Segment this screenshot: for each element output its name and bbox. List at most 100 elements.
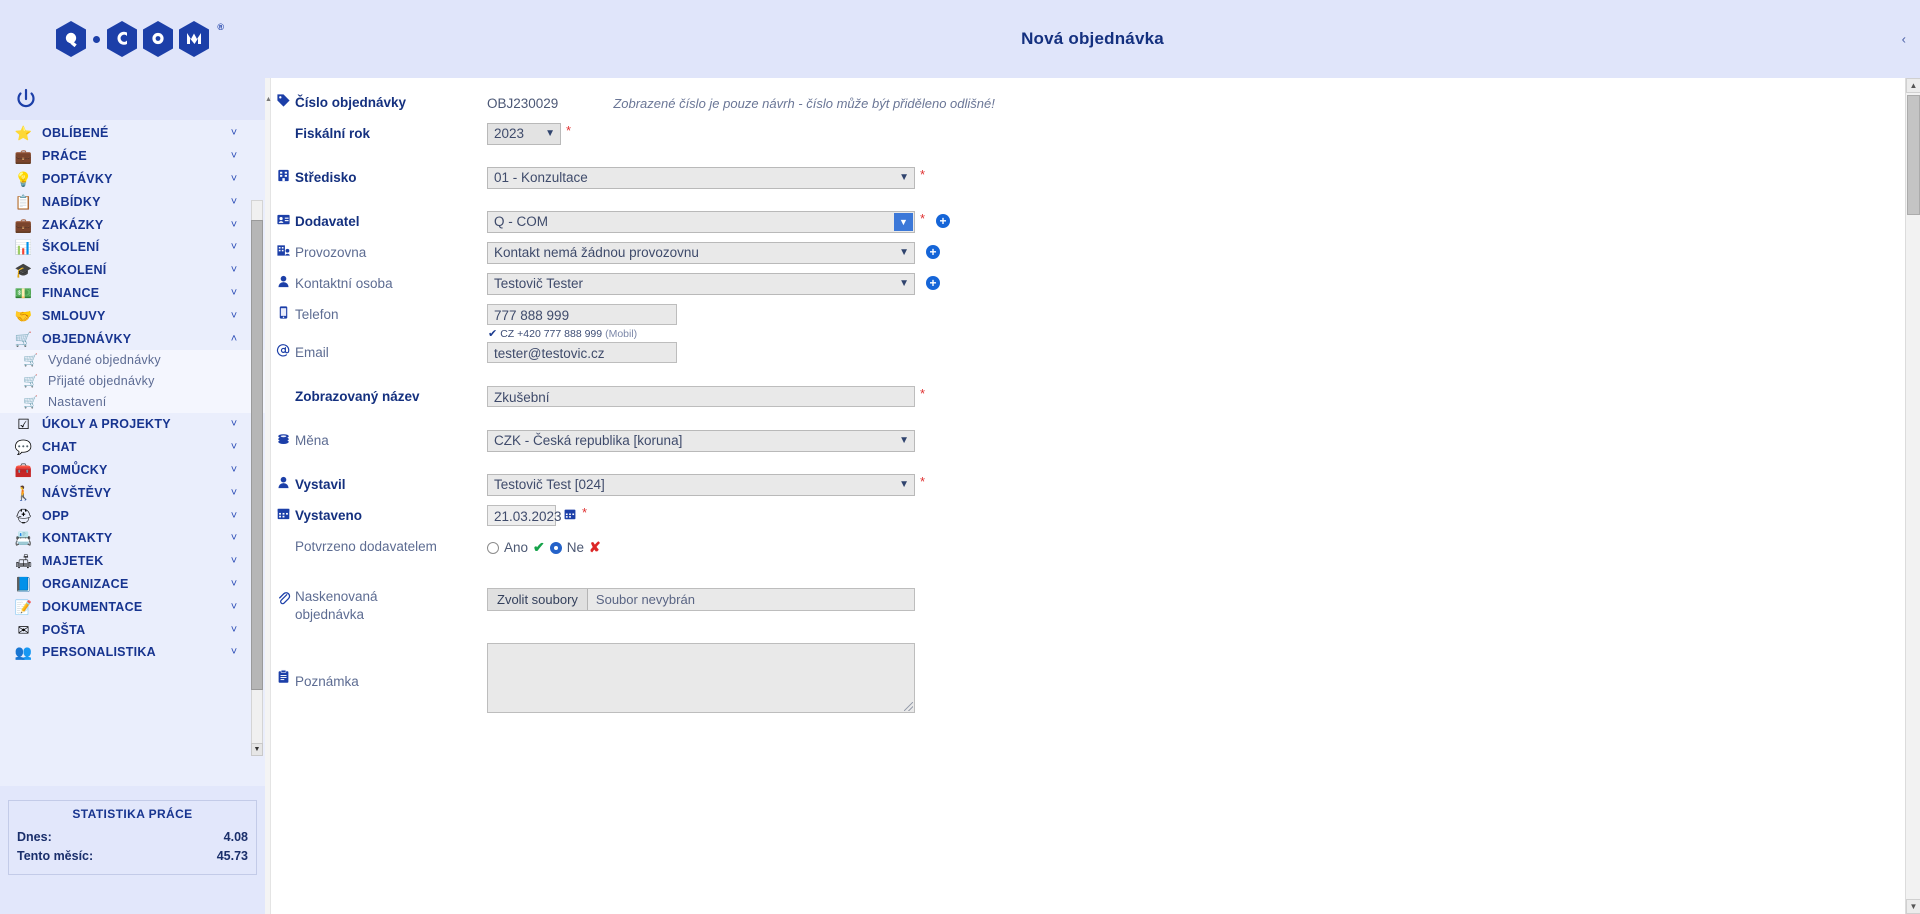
value-issued-by: Testovič Test [024] [494, 477, 605, 492]
sidebar-item-objedn-vky[interactable]: 🛒 OBJEDNÁVKY ˄ [0, 327, 265, 350]
display-name-icon-slot [265, 386, 295, 387]
value-fiscal-year: 2023 [494, 126, 525, 141]
select-contact-person[interactable]: Testovič Tester ▼ [487, 273, 915, 295]
chevron-down-icon[interactable]: ˅ [223, 624, 245, 636]
choose-files-button[interactable]: Zvolit soubory [488, 589, 588, 610]
sidebar-item-personalistika[interactable]: 👥 PERSONALISTIKA ˅ [0, 641, 265, 664]
org-chart-icon: 📘 [14, 575, 33, 592]
label-confirmed-no: Ne [566, 540, 585, 555]
chevron-down-icon[interactable]: ˅ [223, 646, 245, 658]
chevron-down-icon[interactable]: ˅ [223, 219, 245, 231]
sidebar-item-zak-zky[interactable]: 💼 ZAKÁZKY ˅ [0, 213, 265, 236]
statistics-label: Tento měsíc: [17, 849, 94, 863]
sidebar-item--kolen-[interactable]: 📊 ŠKOLENÍ ˅ [0, 236, 265, 259]
input-issued-on[interactable]: 21.03.2023 [487, 505, 562, 526]
qcom-logo[interactable]: ® [54, 20, 224, 58]
sidebar-scrollbar-thumb[interactable] [251, 220, 263, 690]
sidebar-item-po-ta[interactable]: ✉ POŠTA ˅ [0, 618, 265, 641]
sidebar-item-e-kolen-[interactable]: 🎓 eŠKOLENÍ ˅ [0, 259, 265, 282]
chevron-down-icon[interactable]: ˅ [223, 418, 245, 430]
chevron-down-icon[interactable]: ˅ [223, 487, 245, 499]
required-marker-supplier: * [920, 211, 926, 226]
logo-hex-q [56, 21, 86, 57]
select-currency[interactable]: CZK - Česká republika [koruna] ▼ [487, 430, 915, 452]
label-fiscal-year: Fiskální rok [295, 126, 371, 141]
sidebar-item-majetek[interactable]: 🛋 MAJETEK ˅ [0, 550, 265, 573]
sidebar-subitem-vydan-objedn-vky[interactable]: 🛒 Vydané objednávky [0, 350, 265, 371]
content-scrollbar[interactable]: ▲ ▼ [1905, 78, 1920, 914]
page-title: Nová objednávka [1021, 29, 1164, 48]
add-branch-button[interactable]: + [926, 245, 940, 259]
chevron-down-icon[interactable]: ˅ [223, 173, 245, 185]
sidebar-item-pom-cky[interactable]: 🧰 POMŮCKY ˅ [0, 459, 265, 482]
chevron-down-icon[interactable]: ˅ [223, 196, 245, 208]
select-center[interactable]: 01 - Konzultace ▼ [487, 167, 915, 189]
select-fiscal-year[interactable]: 2023 ▼ [487, 123, 561, 145]
sidebar-subitem-label: Přijaté objednávky [48, 374, 155, 389]
label-display-name: Zobrazovaný název [295, 389, 420, 404]
sidebar-item-label: ÚKOLY A PROJEKTY [42, 417, 171, 432]
sidebar-scroll-down[interactable]: ▼ [251, 743, 263, 756]
star-icon: ⭐ [14, 125, 33, 142]
select-supplier[interactable]: Q - COM ▼ [487, 211, 915, 233]
sidebar-item-kontakty[interactable]: 📇 KONTAKTY ˅ [0, 527, 265, 550]
sidebar-item-popt-vky[interactable]: 💡 POPTÁVKY ˅ [0, 168, 265, 191]
sidebar-item-finance[interactable]: 💵 FINANCE ˅ [0, 282, 265, 305]
chevron-up-icon[interactable]: ˄ [223, 333, 245, 345]
power-icon[interactable] [14, 87, 38, 111]
add-supplier-button[interactable]: + [936, 214, 951, 228]
file-upload-control[interactable]: Zvolit soubory Soubor nevybrán [487, 588, 915, 611]
sidebar-item-label: ORGANIZACE [42, 576, 129, 591]
titlebar-collapse-icon[interactable]: ‹ [1902, 32, 1906, 47]
sidebar-item-label: OPP [42, 508, 70, 523]
sidebar-item-label: POPTÁVKY [42, 171, 113, 186]
chevron-down-icon[interactable]: ˅ [223, 287, 245, 299]
content-scroll-up[interactable]: ▲ [1906, 78, 1920, 93]
contact-card-icon: 📇 [14, 530, 33, 547]
chevron-down-icon[interactable]: ˅ [223, 441, 245, 453]
select-issued-by[interactable]: Testovič Test [024] ▼ [487, 474, 915, 496]
sidebar-item-pr-ce[interactable]: 💼 PRÁCE ˅ [0, 145, 265, 168]
note-icon [265, 643, 295, 684]
sidebar-item--koly-a-projekty[interactable]: ☑ ÚKOLY A PROJEKTY ˅ [0, 413, 265, 436]
field-row-scanned-order: Naskenovaná objednávka Zvolit soubory So… [265, 580, 1920, 624]
chevron-down-icon[interactable]: ˅ [223, 264, 245, 276]
titlebar: Nová objednávka ‹ [265, 0, 1920, 78]
sidebar-item-nab-dky[interactable]: 📋 NABÍDKY ˅ [0, 190, 265, 213]
value-order-number: OBJ230029 [487, 96, 559, 111]
label-issued-by: Vystavil [295, 477, 346, 492]
chevron-down-icon[interactable]: ˅ [223, 601, 245, 613]
chevron-down-icon[interactable]: ˅ [223, 578, 245, 590]
sidebar-item-smlouvy[interactable]: 🤝 SMLOUVY ˅ [0, 304, 265, 327]
radio-confirmed-yes[interactable] [487, 541, 499, 554]
sidebar-item-dokumentace[interactable]: 📝 DOKUMENTACE ˅ [0, 595, 265, 618]
content-scroll-down[interactable]: ▼ [1906, 899, 1920, 914]
sidebar-subitem-nastaven-[interactable]: 🛒 Nastavení [0, 392, 265, 413]
textarea-note[interactable] [487, 643, 915, 713]
chevron-down-icon[interactable]: ˅ [223, 127, 245, 139]
chevron-down-icon[interactable]: ˅ [223, 241, 245, 253]
radio-confirmed-no[interactable] [549, 541, 562, 554]
sidebar-item-obl-ben-[interactable]: ⭐ OBLÍBENÉ ˅ [0, 122, 265, 145]
chevron-down-icon[interactable]: ˅ [223, 555, 245, 567]
add-contact-person-button[interactable]: + [926, 276, 940, 290]
resize-grip-icon[interactable] [904, 702, 913, 711]
chevron-down-icon[interactable]: ˅ [223, 510, 245, 522]
calendar-picker-icon[interactable] [563, 507, 577, 526]
phone-verified-type: (Mobil) [605, 327, 638, 340]
content-scrollbar-thumb[interactable] [1907, 95, 1920, 215]
input-display-name[interactable]: Zkušební [487, 386, 915, 407]
chevron-down-icon[interactable]: ˅ [223, 150, 245, 162]
sidebar-item-organizace[interactable]: 📘 ORGANIZACE ˅ [0, 573, 265, 596]
main-panel: Nová objednávka ‹ ▲ Číslo objednávky OBJ… [265, 0, 1920, 914]
input-phone[interactable]: 777 888 999 [487, 304, 677, 325]
select-branch[interactable]: Kontakt nemá žádnou provozovnu ▼ [487, 242, 915, 264]
sidebar-item-opp[interactable]: ⛑ OPP ˅ [0, 504, 265, 527]
input-email[interactable]: tester@testovic.cz [487, 342, 677, 363]
chevron-down-icon[interactable]: ˅ [223, 464, 245, 476]
chevron-down-icon[interactable]: ˅ [223, 310, 245, 322]
sidebar-subitem-p-ijat-objedn-vky[interactable]: 🛒 Přijaté objednávky [0, 371, 265, 392]
chevron-down-icon[interactable]: ˅ [223, 532, 245, 544]
sidebar-item-n-v-t-vy[interactable]: 🚶 NÁVŠTĚVY ˅ [0, 481, 265, 504]
sidebar-item-chat[interactable]: 💬 CHAT ˅ [0, 436, 265, 459]
